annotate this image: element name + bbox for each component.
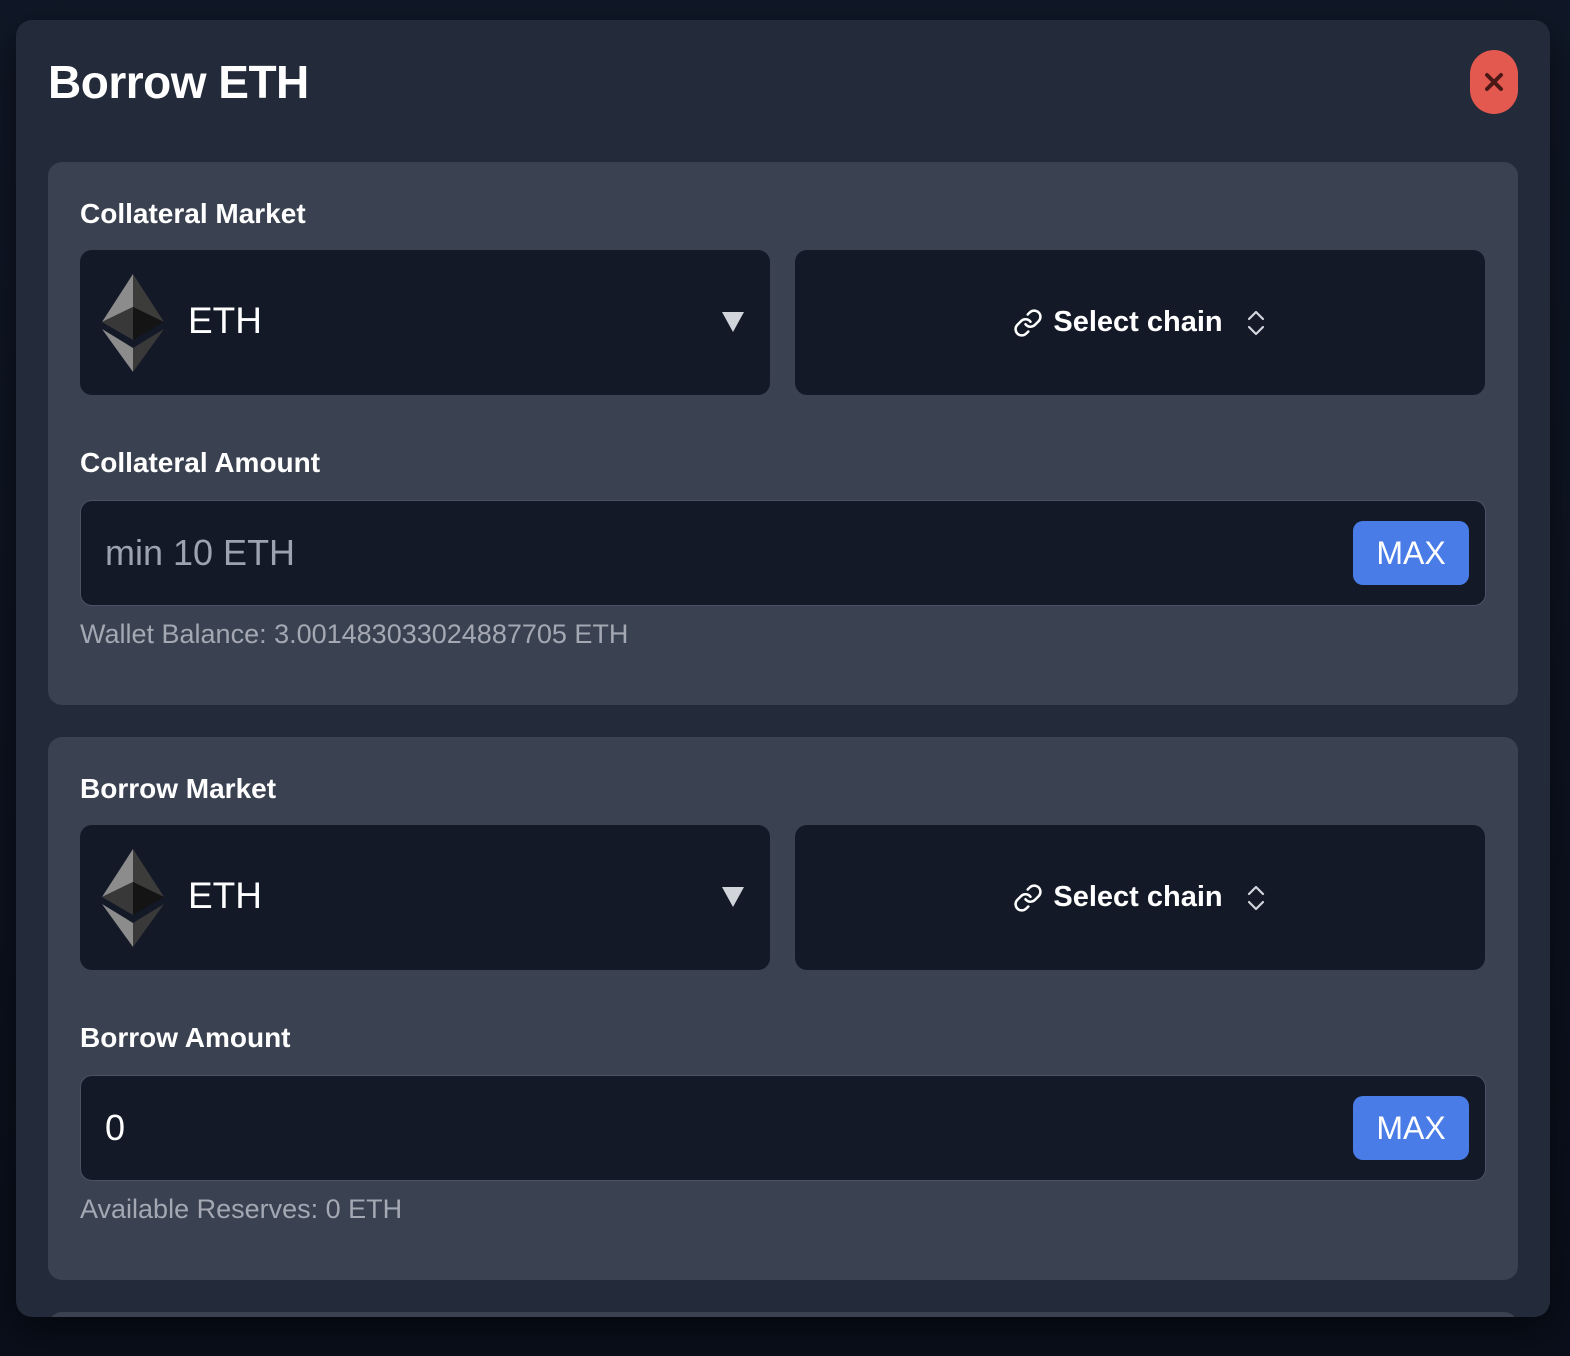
ethereum-icon (102, 849, 164, 947)
collateral-market-select[interactable]: ETH (80, 250, 770, 395)
borrow-market-label: Borrow Market (80, 773, 277, 804)
collateral-asset-name: ETH (188, 300, 262, 341)
borrow-amount-input[interactable] (105, 1098, 1305, 1158)
borrow-market-select[interactable]: ETH (80, 825, 770, 970)
borrow-chain-label: Select chain (1053, 881, 1223, 913)
borrow-max-button[interactable]: MAX (1353, 1096, 1469, 1160)
collateral-chain-label: Select chain (1053, 306, 1223, 338)
borrow-section: Borrow Market ETH Select chain Borrow Am… (48, 737, 1518, 1280)
borrow-chain-select[interactable]: Select chain (795, 825, 1485, 970)
link-icon (1014, 308, 1042, 337)
close-button[interactable] (1470, 50, 1518, 114)
collateral-max-button[interactable]: MAX (1353, 521, 1469, 585)
ethereum-icon (102, 274, 164, 372)
modal-title: Borrow ETH (48, 56, 309, 108)
collateral-amount-input[interactable] (105, 523, 1305, 583)
close-icon (1485, 73, 1503, 91)
collateral-chain-select[interactable]: Select chain (795, 250, 1485, 395)
dropdown-arrow-icon (722, 887, 744, 907)
link-icon (1014, 883, 1042, 912)
dropdown-arrow-icon (722, 312, 744, 332)
chevron-up-down-icon (1247, 310, 1264, 335)
next-section-partial (48, 1312, 1518, 1317)
borrow-amount-label: Borrow Amount (80, 1022, 291, 1053)
borrow-asset-name: ETH (188, 875, 262, 916)
wallet-balance: Wallet Balance: 3.001483033024887705 ETH (80, 619, 629, 649)
collateral-market-label: Collateral Market (80, 198, 306, 229)
available-reserves: Available Reserves: 0 ETH (80, 1194, 403, 1224)
collateral-amount-label: Collateral Amount (80, 447, 321, 478)
chevron-up-down-icon (1247, 885, 1264, 910)
collateral-section: Collateral Market ETH Select chain Colla… (48, 162, 1518, 705)
collateral-amount-field: MAX (80, 500, 1486, 606)
borrow-modal: Borrow ETH Collateral Market ETH Select … (16, 20, 1550, 1317)
borrow-amount-field: MAX (80, 1075, 1486, 1181)
